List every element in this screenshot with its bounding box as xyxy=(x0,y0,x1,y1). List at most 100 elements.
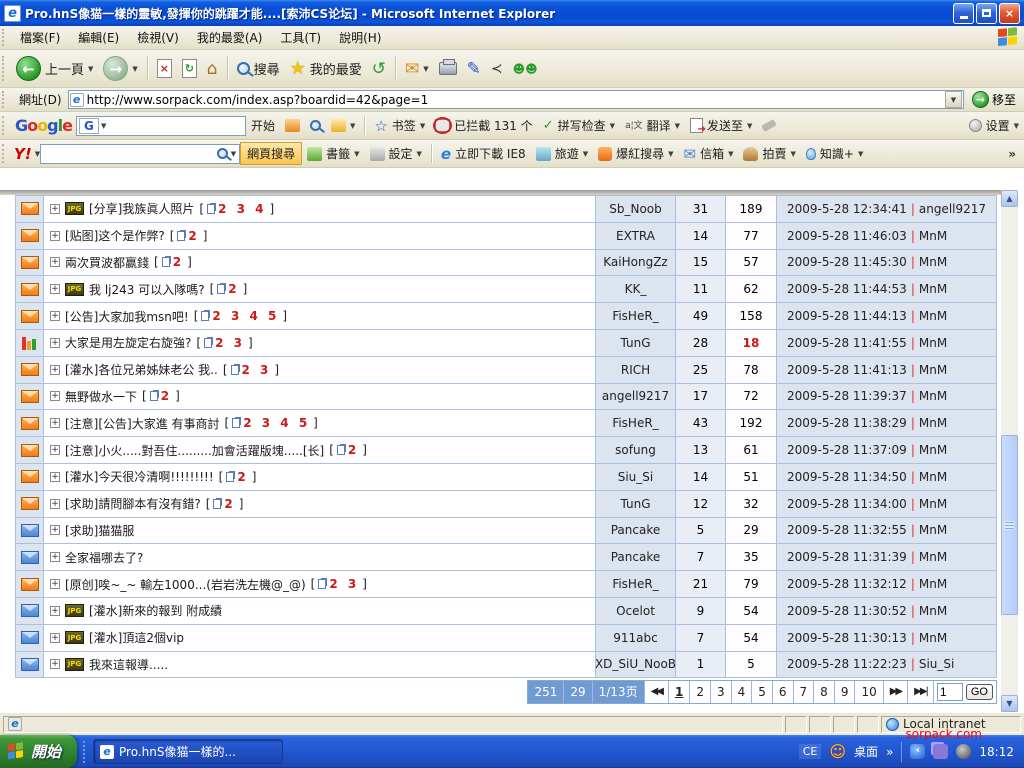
thread-link[interactable]: [原创]唉~_~ 輸左1000...(岩岩洗左機@_@) xyxy=(65,576,306,593)
toolbar-grip[interactable] xyxy=(2,91,7,107)
thread-link[interactable]: [注意][公告]大家進 有事商討 xyxy=(65,415,220,432)
thread-link[interactable]: [贴图]这个是作弊? xyxy=(65,227,165,244)
lastpost-user[interactable]: MnM xyxy=(919,336,947,350)
taskbar-window-button[interactable]: e Pro.hnS像猫一樣的... xyxy=(93,739,283,764)
menu-edit[interactable]: 編輯(E) xyxy=(69,26,128,49)
lastpost-user[interactable]: MnM xyxy=(919,523,947,537)
scrollbar-thumb[interactable] xyxy=(1001,435,1018,615)
author-cell[interactable]: EXTRA xyxy=(596,223,676,249)
refresh-button[interactable]: ↻ xyxy=(177,58,202,79)
popup-blocker-button[interactable]: 已拦截 131 个 xyxy=(430,116,538,135)
multipage-links[interactable]: [2 ] xyxy=(219,470,257,484)
expand-icon[interactable]: + xyxy=(50,284,60,294)
lastpost-user[interactable]: MnM xyxy=(919,229,947,243)
thread-link[interactable]: [灌水]新來的報到 附成績 xyxy=(89,602,222,619)
yahoo-hotsearch-button[interactable]: 爆紅搜尋▼ xyxy=(593,144,678,163)
lastpost-user[interactable]: MnM xyxy=(919,309,947,323)
page-number-10[interactable]: 10 xyxy=(855,681,883,703)
lastpost-user[interactable]: MnM xyxy=(919,550,947,564)
expand-icon[interactable]: + xyxy=(50,633,60,643)
address-url[interactable]: http://www.sorpack.com/index.asp?boardid… xyxy=(87,93,945,107)
yahoo-logo[interactable]: Y! xyxy=(11,145,35,163)
scroll-down-icon[interactable]: ▼ xyxy=(1001,695,1018,712)
yahoo-mail-button[interactable]: ✉ 信箱▼ xyxy=(679,144,739,164)
mail-button[interactable]: ✉ ▼ xyxy=(400,58,434,80)
favorites-button[interactable]: ★ 我的最愛 xyxy=(285,57,367,80)
thread-link[interactable]: 我 lj243 可以入隊嗎? xyxy=(89,281,205,298)
page-number-4[interactable]: 4 xyxy=(732,681,753,703)
expand-icon[interactable]: + xyxy=(50,311,60,321)
page-number-7[interactable]: 7 xyxy=(794,681,815,703)
author-cell[interactable]: XD_SiU_NooB xyxy=(596,652,676,678)
multipage-links[interactable]: [2 ] xyxy=(170,229,208,243)
multipage-links[interactable]: [2 3 4 ] xyxy=(199,202,274,216)
thread-link[interactable]: 大家是用左旋定右旋強? xyxy=(65,334,191,351)
thread-link[interactable]: [分享]我族眞人照片 xyxy=(89,200,194,217)
expand-icon[interactable]: + xyxy=(50,391,60,401)
thread-link[interactable]: 兩次買波都赢錢 xyxy=(65,254,149,271)
desktop-toolbar-label[interactable]: 桌面 xyxy=(854,743,878,760)
author-cell[interactable]: TunG xyxy=(596,491,676,517)
minimize-button[interactable] xyxy=(953,3,974,24)
author-cell[interactable]: KaiHongZz xyxy=(596,250,676,276)
thread-link[interactable]: 我來這報導..... xyxy=(89,656,168,673)
page-number-3[interactable]: 3 xyxy=(711,681,732,703)
yahoo-websearch-button[interactable]: 網頁搜尋 xyxy=(240,142,302,165)
google-g-icon[interactable]: G xyxy=(79,118,99,134)
ie8-download-button[interactable]: e 立即下載 IE8 xyxy=(436,144,531,164)
messenger-button[interactable]: ≺ xyxy=(486,60,508,78)
page-number-8[interactable]: 8 xyxy=(814,681,835,703)
start-button[interactable]: 開始 xyxy=(0,735,77,768)
expand-icon[interactable]: + xyxy=(50,525,60,535)
lastpost-user[interactable]: MnM xyxy=(919,443,947,457)
lastpost-user[interactable]: MnM xyxy=(919,389,947,403)
expand-icon[interactable]: + xyxy=(50,365,60,375)
author-cell[interactable]: FisHeR_ xyxy=(596,571,676,597)
lastpost-user[interactable]: MnM xyxy=(919,604,947,618)
forward-dropdown-icon[interactable]: ▼ xyxy=(132,65,137,73)
thread-link[interactable]: [公告]大家加我msn吧! xyxy=(65,308,189,325)
lastpost-user[interactable]: MnM xyxy=(919,416,947,430)
desktop-toolbar-more[interactable]: » xyxy=(886,745,893,759)
language-indicator[interactable]: CE xyxy=(799,744,822,759)
page-number-9[interactable]: 9 xyxy=(835,681,856,703)
lastpost-user[interactable]: MnM xyxy=(919,282,947,296)
yahoo-search-icon[interactable] xyxy=(217,148,228,159)
expand-icon[interactable]: + xyxy=(50,472,60,482)
edit-button[interactable]: ✎ xyxy=(462,58,486,80)
translate-button[interactable]: a¦文 翻译▼ xyxy=(620,116,685,135)
expand-icon[interactable]: + xyxy=(50,257,60,267)
taskbar-clock[interactable]: 18:12 xyxy=(979,745,1014,759)
lastpost-user[interactable]: MnM xyxy=(919,363,947,377)
lastpost-user[interactable]: MnM xyxy=(919,255,947,269)
multipage-links[interactable]: [2 ] xyxy=(142,389,180,403)
menu-file[interactable]: 檔案(F) xyxy=(11,26,69,49)
author-cell[interactable]: FisHeR_ xyxy=(596,303,676,329)
thread-link[interactable]: [灌水]頂這2個vip xyxy=(89,629,184,646)
yahoo-auction-button[interactable]: 拍賣▼ xyxy=(738,144,800,163)
author-cell[interactable]: FisHeR_ xyxy=(596,410,676,436)
scroll-up-icon[interactable]: ▲ xyxy=(1001,190,1018,207)
sendto-button[interactable]: 发送至▼ xyxy=(685,116,757,135)
yahoo-travel-button[interactable]: 旅遊▼ xyxy=(531,144,593,163)
multipage-links[interactable]: [2 ] xyxy=(329,443,367,457)
close-button[interactable]: × xyxy=(999,3,1020,24)
go-button[interactable]: → 移至 xyxy=(964,91,1024,108)
author-cell[interactable]: RICH xyxy=(596,357,676,383)
multipage-links[interactable]: [2 3 ] xyxy=(223,363,279,377)
people-button[interactable]: ☻☻ xyxy=(508,61,543,77)
page-number-1[interactable]: 1 xyxy=(669,681,690,703)
toolbar-grip[interactable] xyxy=(2,56,7,82)
thread-link[interactable]: [灌水]今天很冷清啊!!!!!!!!! xyxy=(65,468,214,485)
tray-arrow-icon[interactable]: ‹ xyxy=(910,744,925,759)
expand-icon[interactable]: + xyxy=(50,231,60,241)
back-dropdown-icon[interactable]: ▼ xyxy=(88,65,93,73)
restore-button[interactable] xyxy=(976,3,997,24)
page-go-button[interactable]: GO xyxy=(966,684,993,700)
toolbar-grip[interactable] xyxy=(2,116,7,135)
smiley-tray-icon[interactable]: ☺ xyxy=(829,742,846,761)
back-button[interactable]: ← 上一頁 ▼ xyxy=(11,55,98,82)
yahoo-settings-button[interactable]: 設定▼ xyxy=(365,144,427,163)
toolbar-overflow-button[interactable]: » xyxy=(1008,147,1024,161)
expand-icon[interactable]: + xyxy=(50,445,60,455)
